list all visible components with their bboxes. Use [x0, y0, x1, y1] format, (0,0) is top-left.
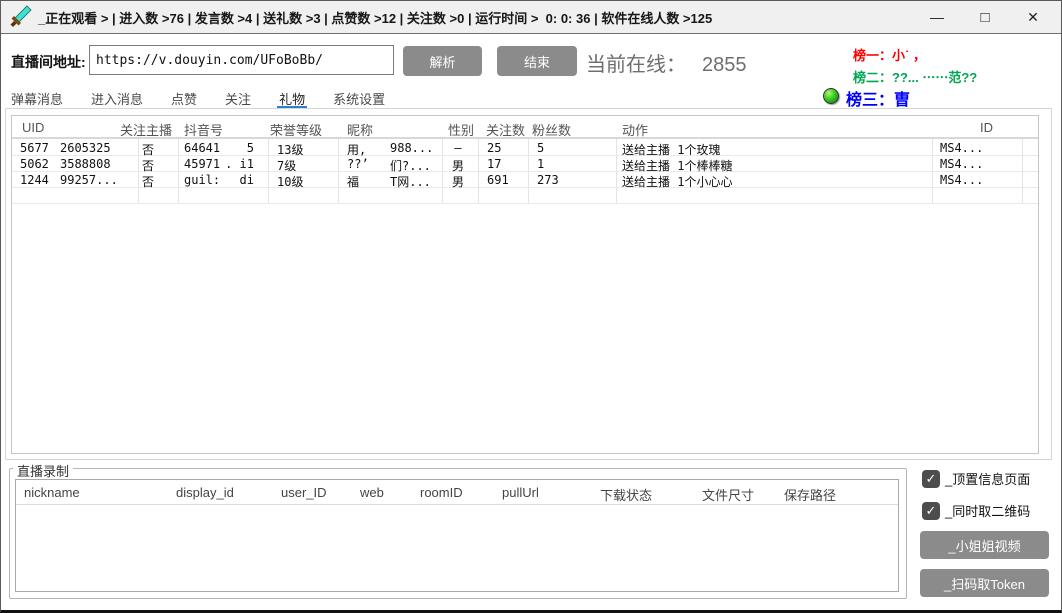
rank3: 榜三：曺: [846, 86, 910, 110]
rank2-value: ??... ⋯⋯范??: [892, 70, 977, 85]
cell-id: MS4...: [940, 141, 983, 155]
cell-uid2: 3588808: [60, 157, 111, 171]
table-row[interactable]: 5677 2605325 否 64641 5 13级 用, 988... – 2…: [12, 140, 1038, 156]
cell-uid: 5062: [20, 157, 49, 171]
rank2: 榜二：??... ⋯⋯范??: [853, 67, 977, 86]
online-count-label: 当前在线：: [586, 54, 686, 76]
tab-like[interactable]: 点赞: [169, 89, 199, 109]
tab-enter[interactable]: 进入消息: [89, 89, 145, 109]
tab-follow[interactable]: 关注: [223, 89, 253, 109]
cell-uid: 1244: [20, 173, 49, 187]
cell-fans: 5: [537, 141, 544, 155]
cell-gender: 男: [444, 173, 472, 190]
col-fans: 粉丝数: [532, 120, 571, 139]
pin-info-checkbox-label: _顶置信息页面: [945, 469, 1030, 488]
rec-col-nickname: nickname: [24, 485, 80, 500]
gift-table-header: UID 关注主播 抖音号 荣誉等级 昵称 性别 关注数 粉丝数 动作 ID: [12, 116, 1038, 139]
rec-col-pullurl: pullUrl: [502, 485, 539, 500]
cell-gender: –: [444, 141, 472, 155]
maximize-button[interactable]: □: [961, 1, 1009, 33]
cell-nick: ??’: [347, 157, 369, 171]
cell-fans: 1: [537, 157, 544, 171]
rec-col-save-path: 保存路径: [784, 485, 836, 504]
minimize-button[interactable]: —: [913, 1, 961, 33]
green-orb-icon: [823, 88, 839, 104]
cell-id: MS4...: [940, 173, 983, 187]
qrcode-checkbox-row[interactable]: ✓ _同时取二维码: [922, 501, 1030, 520]
titlebar-stats: _正在观看 > | 进入数 >76 | 发言数 >4 | 送礼数 >3 | 点赞…: [38, 8, 712, 27]
cell-douyin2: di: [212, 173, 254, 187]
rank1-label: 榜一：: [853, 48, 892, 63]
app-window: _正在观看 > | 进入数 >76 | 发言数 >4 | 送礼数 >3 | 点赞…: [0, 0, 1062, 613]
room-url-input[interactable]: [89, 45, 394, 75]
rec-col-download-status: 下载状态: [600, 485, 652, 504]
rank2-label: 榜二：: [853, 70, 892, 85]
rec-col-file-size: 文件尺寸: [702, 485, 754, 504]
rec-col-web: web: [360, 485, 384, 500]
rank3-label: 榜三：: [846, 92, 894, 109]
cell-follows: 691: [487, 173, 509, 187]
room-url-label: 直播间地址:: [11, 52, 86, 72]
table-row[interactable]: 1244 99257... 否 guil: di 10级 福 T网... 男 6…: [12, 172, 1038, 188]
col-nick: 昵称: [347, 120, 373, 139]
col-follow: 关注主播: [120, 120, 172, 139]
cell-fans: 273: [537, 173, 559, 187]
girl-video-button[interactable]: _小姐姐视频: [920, 531, 1049, 559]
col-douyin: 抖音号: [184, 120, 223, 139]
col-id: ID: [980, 120, 993, 135]
rec-col-display-id: display_id: [176, 485, 234, 500]
col-level: 荣誉等级: [270, 120, 322, 139]
pin-info-checkbox-row[interactable]: ✓ _顶置信息页面: [922, 469, 1030, 488]
rank1: 榜一：小˙ ，: [853, 45, 926, 64]
col-follows: 关注数: [486, 120, 525, 139]
cell-uid2: 2605325: [60, 141, 111, 155]
tab-danmu[interactable]: 弹幕消息: [9, 89, 65, 109]
cell-action: 送给主播 1个小心心: [622, 173, 732, 190]
online-count-value: 2855: [702, 54, 747, 76]
cell-uid: 5677: [20, 141, 49, 155]
record-list-header: nickname display_id user_ID web roomID p…: [16, 480, 898, 505]
rec-col-roomid: roomID: [420, 485, 463, 500]
col-action: 动作: [622, 120, 648, 139]
record-groupbox-title: 直播录制: [13, 461, 73, 480]
gift-table[interactable]: UID 关注主播 抖音号 荣誉等级 昵称 性别 关注数 粉丝数 动作 ID 56…: [11, 115, 1039, 454]
end-button[interactable]: 结束: [497, 46, 577, 76]
rec-col-user-id: user_ID: [281, 485, 327, 500]
qrcode-checkbox-label: _同时取二维码: [945, 501, 1030, 520]
cell-follow: 否: [142, 173, 154, 190]
cell-follows: 25: [487, 141, 501, 155]
sword-icon: [10, 5, 32, 29]
rank1-value: 小˙ ，: [892, 48, 926, 63]
cell-level: 10级: [277, 173, 303, 190]
parse-button[interactable]: 解析: [403, 46, 482, 76]
title-bar: _正在观看 > | 进入数 >76 | 发言数 >4 | 送礼数 >3 | 点赞…: [1, 1, 1061, 34]
cell-nick: 福: [347, 173, 359, 190]
rank3-value: 曺: [894, 92, 910, 109]
cell-nick2: T网...: [390, 173, 431, 190]
cell-uid2: 99257...: [60, 173, 118, 187]
record-list[interactable]: nickname display_id user_ID web roomID p…: [15, 479, 899, 592]
cell-id: MS4...: [940, 157, 983, 171]
checkbox-checked-icon[interactable]: ✓: [922, 502, 940, 520]
col-gender: 性别: [448, 120, 474, 139]
gridline: [12, 203, 1038, 204]
cell-douyin2: 5: [212, 141, 254, 155]
online-count: 当前在线： 2855: [586, 48, 747, 77]
tab-settings[interactable]: 系统设置: [331, 89, 387, 109]
col-uid: UID: [22, 120, 44, 135]
checkbox-checked-icon[interactable]: ✓: [922, 470, 940, 488]
cell-follows: 17: [487, 157, 501, 171]
cell-nick2: 988...: [390, 141, 433, 155]
scan-token-button[interactable]: _扫码取Token: [920, 569, 1049, 597]
window-controls: — □ ✕: [913, 1, 1057, 33]
close-button[interactable]: ✕: [1009, 1, 1057, 33]
tab-bar: 弹幕消息 进入消息 点赞 关注 礼物 系统设置: [9, 89, 411, 109]
table-row[interactable]: 5062 3588808 否 45971 . i1 7级 ??’ 们?... 男…: [12, 156, 1038, 172]
cell-douyin2: . i1: [212, 157, 254, 171]
tab-gift[interactable]: 礼物: [277, 89, 307, 109]
